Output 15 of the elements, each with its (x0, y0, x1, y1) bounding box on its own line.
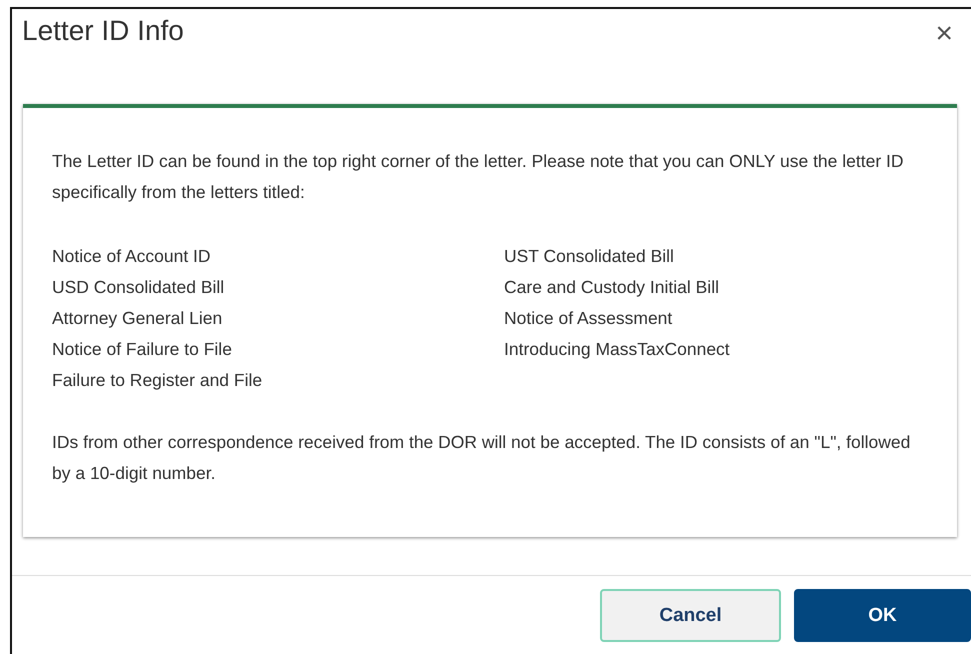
intro-paragraph: The Letter ID can be found in the top right corner of the letter. Please note that you can ONLY use the letter ID specifically from the letters titled: (52, 150, 905, 204)
letter-title: Care and Custody Initial Bill (504, 276, 720, 299)
letter-title: Notice of Account ID (52, 245, 212, 268)
letter-title: USD Consolidated Bill (52, 276, 226, 299)
letter-title: Attorney General Lien (52, 307, 224, 330)
letter-title: Failure to Register and File (52, 369, 264, 392)
cancel-button[interactable]: Cancel (600, 589, 781, 642)
close-button[interactable]: × (935, 19, 953, 49)
letter-title: Introducing MassTaxConnect (504, 338, 731, 361)
ok-button[interactable]: OK (794, 589, 971, 642)
letter-title: Notice of Failure to File (52, 338, 233, 361)
note-paragraph: IDs from other correspondence received from the DOR will not be accepted. The ID consists of an "L", followed by a 10-digit number. (52, 431, 912, 485)
letter-title: Notice of Assessment (504, 307, 674, 330)
letter-title: UST Consolidated Bill (504, 245, 675, 268)
dialog-title: Letter ID Info (22, 15, 184, 47)
